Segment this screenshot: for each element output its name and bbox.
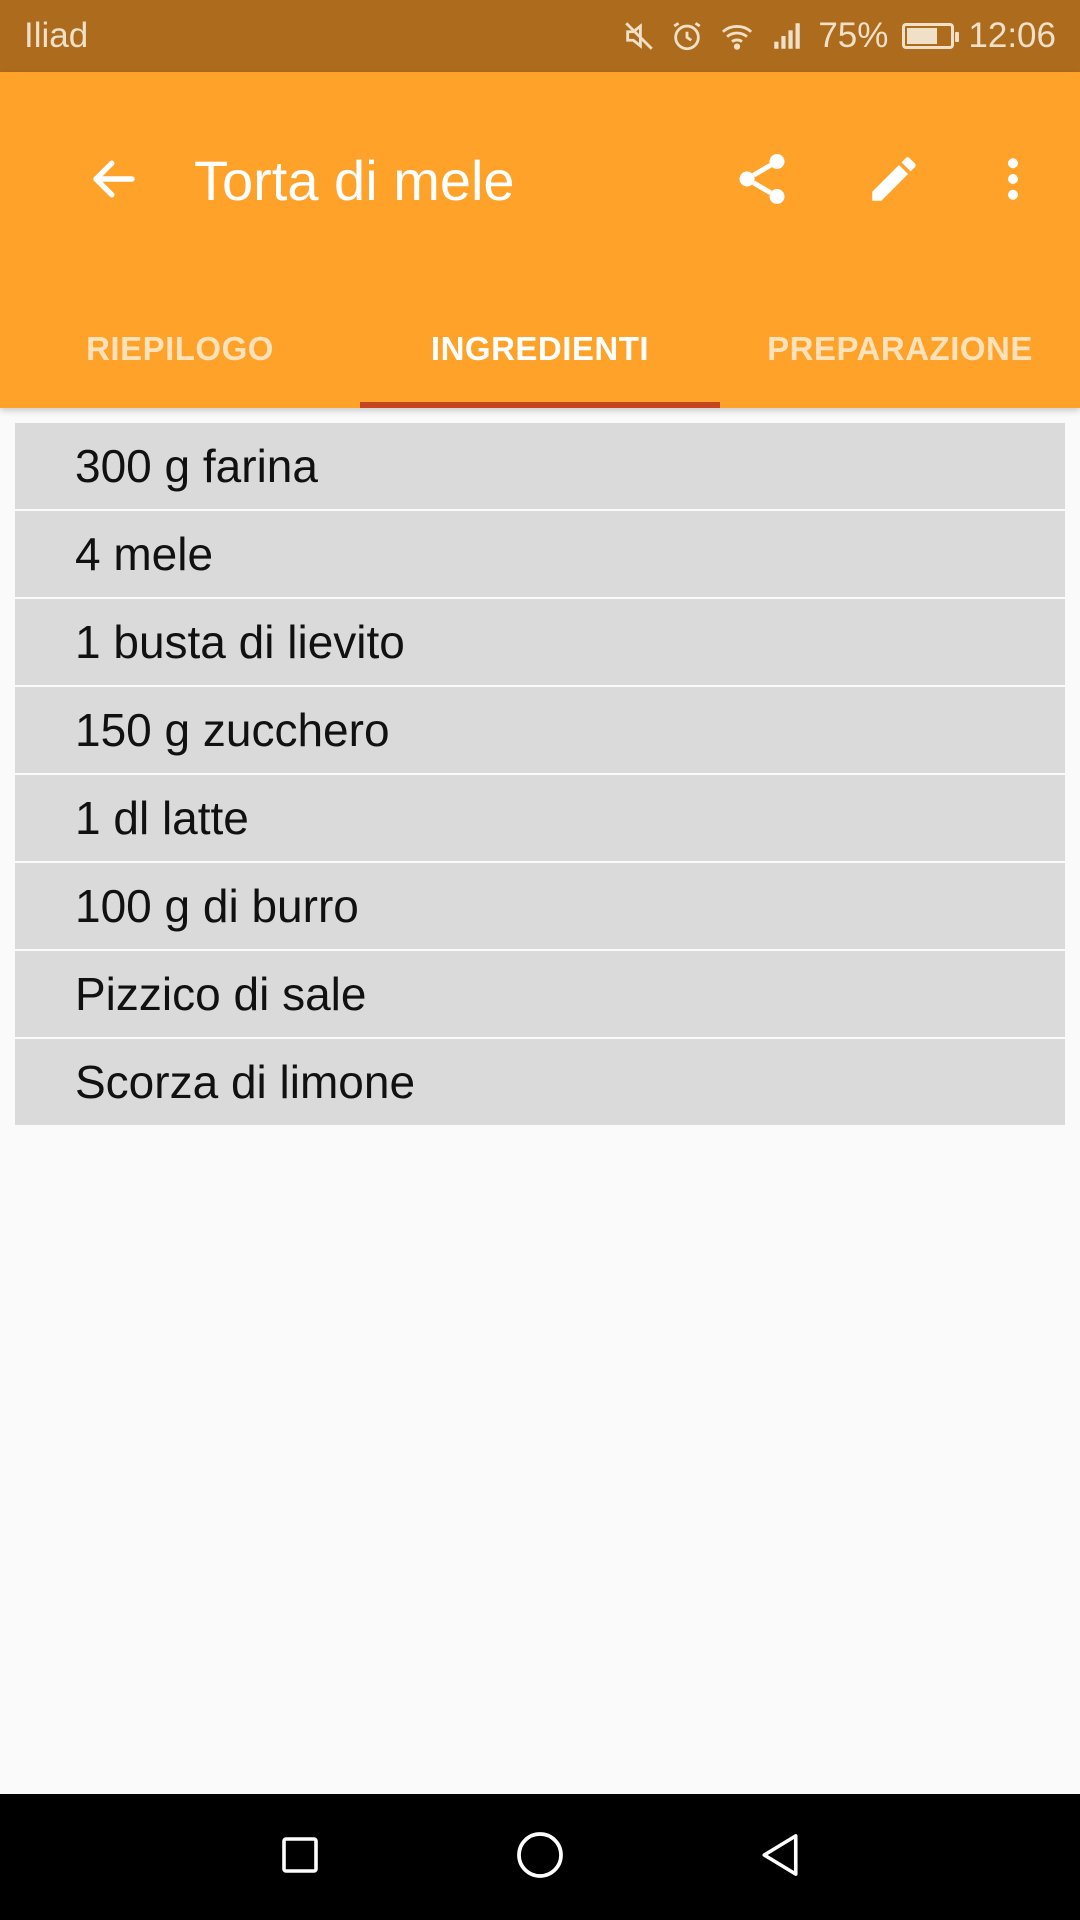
list-item[interactable]: 300 g farina <box>15 423 1065 509</box>
wifi-icon <box>718 19 756 53</box>
back-icon <box>753 1828 807 1887</box>
alarm-icon <box>670 19 704 53</box>
list-item[interactable]: Pizzico di sale <box>15 951 1065 1037</box>
edit-pencil-icon <box>865 150 923 213</box>
list-item[interactable]: 150 g zucchero <box>15 687 1065 773</box>
status-bar: Iliad 75% 12:06 <box>0 0 1080 72</box>
toolbar: Torta di mele <box>0 72 1080 290</box>
list-item[interactable]: 4 mele <box>15 511 1065 597</box>
back-button[interactable] <box>66 133 162 229</box>
clock: 12:06 <box>968 16 1056 55</box>
home-icon <box>512 1827 568 1888</box>
tab-label: PREPARAZIONE <box>767 330 1033 367</box>
signal-icon <box>770 19 804 53</box>
share-icon <box>732 149 792 214</box>
tab-label: RIEPILOGO <box>86 330 274 367</box>
ingredients-list: 300 g farina 4 mele 1 busta di lievito 1… <box>15 423 1065 1125</box>
share-button[interactable] <box>714 133 810 229</box>
mute-icon <box>622 19 656 53</box>
edit-button[interactable] <box>846 133 942 229</box>
system-nav-bar <box>0 1794 1080 1920</box>
nav-back-button[interactable] <box>744 1821 816 1893</box>
more-options-button[interactable] <box>965 133 1061 229</box>
status-icons: 75% 12:06 <box>622 16 1056 56</box>
tab-preparazione[interactable]: PREPARAZIONE <box>720 290 1080 408</box>
active-tab-indicator <box>360 402 720 408</box>
list-item[interactable]: 1 busta di lievito <box>15 599 1065 685</box>
tab-bar: RIEPILOGO INGREDIENTI PREPARAZIONE <box>0 290 1080 408</box>
home-button[interactable] <box>504 1821 576 1893</box>
recent-apps-button[interactable] <box>264 1821 336 1893</box>
battery-icon <box>902 23 960 49</box>
tab-riepilogo[interactable]: RIEPILOGO <box>0 290 360 408</box>
app-bar: Torta di mele RIEPILOGO INGREDIENTI PREP… <box>0 72 1080 408</box>
list-item[interactable]: 1 dl latte <box>15 775 1065 861</box>
back-arrow-icon <box>87 152 141 211</box>
recent-apps-icon <box>276 1831 324 1884</box>
tab-label: INGREDIENTI <box>430 330 650 367</box>
tab-ingredienti[interactable]: INGREDIENTI <box>360 290 720 408</box>
battery-level-fill <box>907 28 938 44</box>
more-vert-icon <box>986 152 1040 211</box>
page-title: Torta di mele <box>194 149 515 212</box>
list-item[interactable]: 100 g di burro <box>15 863 1065 949</box>
carrier-name: Iliad <box>24 16 89 55</box>
battery-percent: 75% <box>818 16 889 55</box>
list-item[interactable]: Scorza di limone <box>15 1039 1065 1125</box>
